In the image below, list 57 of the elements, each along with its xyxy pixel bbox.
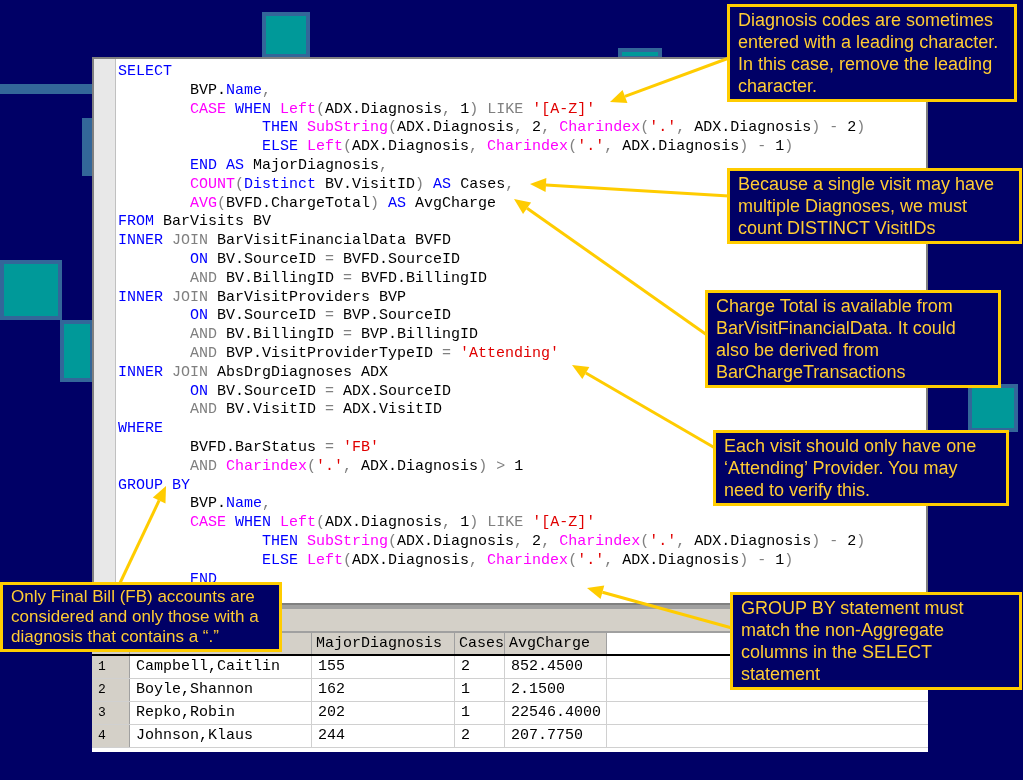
table-cell: 22546.4000 bbox=[505, 702, 607, 724]
row-number: 2 bbox=[92, 679, 130, 701]
code-line: BVFD.BarStatus = 'FB' bbox=[189, 438, 380, 458]
row-number: 1 bbox=[92, 656, 130, 678]
code-line: AND Charindex('.', ADX.Diagnosis) > 1 bbox=[189, 457, 524, 477]
table-cell: Repko,Robin bbox=[130, 702, 312, 724]
code-line: AND BV.VisitID = ADX.VisitID bbox=[189, 401, 443, 421]
row-number: 4 bbox=[92, 725, 130, 747]
code-line: COUNT(Distinct BV.VisitID) AS Cases, bbox=[189, 175, 515, 195]
callout-note: Because a single visit may have multiple Diagnoses, we must count DISTINCT VisitIDs bbox=[727, 168, 1022, 244]
code-line: CASE WHEN Left(ADX.Diagnosis, 1) LIKE '[A-Z]' bbox=[189, 514, 596, 533]
code-line: INNER JOIN BarVisitFinancialData BVFD bbox=[118, 232, 452, 251]
code-line: ON BV.SourceID = BVFD.SourceID bbox=[189, 250, 461, 270]
table-cell: 1 bbox=[455, 679, 505, 701]
callout-note: GROUP BY statement must match the non-Aggregate columns in the SELECT statement bbox=[730, 592, 1022, 690]
table-cell: 2.1500 bbox=[505, 679, 607, 701]
code-line: BVP.Name, bbox=[189, 81, 272, 101]
code-line: ELSE Left(ADX.Diagnosis, Charindex('.', ADX.Diagnosis) - 1) bbox=[261, 138, 794, 157]
table-cell: Boyle,Shannon bbox=[130, 679, 312, 701]
table-cell: 207.7750 bbox=[505, 725, 607, 747]
slide-decoration bbox=[262, 12, 310, 58]
table-cell: 162 bbox=[312, 679, 455, 701]
slide-decoration bbox=[968, 384, 1018, 432]
table-cell: 1 bbox=[455, 702, 505, 724]
code-line: FROM BarVisits BV bbox=[118, 213, 272, 233]
code-line: ON BV.SourceID = ADX.SourceID bbox=[189, 382, 452, 402]
code-line: END AS MajorDiagnosis, bbox=[189, 157, 389, 176]
callout-note: Diagnosis codes are sometimes entered with a leading character. In this case, remove the leading character. bbox=[727, 4, 1017, 102]
table-cell: 2 bbox=[455, 656, 505, 678]
code-line: THEN SubString(ADX.Diagnosis, 2, Charindex('.', ADX.Diagnosis) - 2) bbox=[261, 532, 866, 552]
code-line: AND BVP.VisitProviderTypeID = 'Attending' bbox=[189, 344, 560, 364]
callout-note: Each visit should only have one ‘Attending’ Provider. You may need to verify this. bbox=[713, 430, 1009, 506]
code-line: INNER JOIN AbsDrgDiagnoses ADX bbox=[118, 363, 389, 383]
code-line: GROUP BY bbox=[118, 476, 190, 496]
table-cell: Johnson,Klaus bbox=[130, 725, 312, 747]
table-cell: 852.4500 bbox=[505, 656, 607, 678]
code-line: ELSE Left(ADX.Diagnosis, Charindex('.', ADX.Diagnosis) - 1) bbox=[261, 551, 794, 571]
code-line: BVP.Name, bbox=[189, 495, 272, 515]
column-header[interactable]: MajorDiagnosis bbox=[312, 633, 455, 654]
table-cell: 244 bbox=[312, 725, 455, 747]
code-line: WHERE bbox=[118, 420, 163, 439]
column-header[interactable]: Cases bbox=[455, 633, 505, 654]
code-line: ON BV.SourceID = BVP.SourceID bbox=[189, 307, 452, 327]
code-line: AND BV.BillingID = BVP.BillingID bbox=[189, 326, 479, 345]
code-line: SELECT bbox=[118, 63, 172, 82]
table-cell: 155 bbox=[312, 656, 455, 678]
code-line: AVG(BVFD.ChargeTotal) AS AvgCharge bbox=[189, 194, 497, 214]
code-line: THEN SubString(ADX.Diagnosis, 2, Charindex('.', ADX.Diagnosis) - 2) bbox=[261, 119, 866, 139]
row-number: 3 bbox=[92, 702, 130, 724]
table-cell: 202 bbox=[312, 702, 455, 724]
callout-note: Charge Total is available from BarVisitFinancialData. It could also be derived from BarChargeTransactions bbox=[705, 290, 1001, 388]
code-line: AND BV.BillingID = BVFD.BillingID bbox=[189, 269, 488, 289]
table-cell: Campbell,Caitlin bbox=[130, 656, 312, 678]
code-line: CASE WHEN Left(ADX.Diagnosis, 1) LIKE '[A-Z]' bbox=[189, 100, 596, 120]
table-cell: 2 bbox=[455, 725, 505, 747]
code-line: INNER JOIN BarVisitProviders BVP bbox=[118, 288, 407, 308]
column-header[interactable]: AvgCharge bbox=[505, 633, 607, 654]
